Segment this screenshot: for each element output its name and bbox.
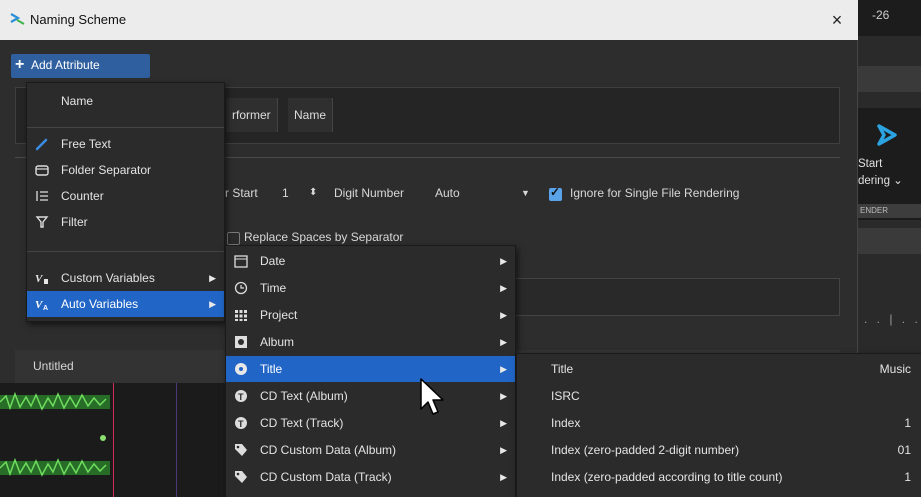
menu-separator bbox=[27, 251, 224, 252]
attribute-menu: Name Free Text Folder Separator Counter … bbox=[26, 82, 225, 322]
album-icon bbox=[235, 336, 247, 348]
custom-variables-icon: V bbox=[35, 273, 48, 285]
attribute-chip-performer[interactable]: rformer bbox=[226, 98, 278, 132]
submenu-arrow-icon: ▶ bbox=[209, 299, 216, 309]
preset-name[interactable]: Untitled bbox=[15, 353, 215, 381]
start-rendering-label[interactable]: Start dering ⌄ bbox=[858, 156, 903, 190]
submenu-arrow-icon: ▶ bbox=[500, 310, 507, 320]
plus-icon: + bbox=[15, 56, 25, 73]
cd-text-icon: T bbox=[235, 417, 247, 429]
menu-item-index-title-count[interactable]: Index (zero-padded according to title co… bbox=[517, 464, 921, 490]
app-icon bbox=[10, 13, 25, 25]
clock-icon bbox=[234, 281, 248, 295]
menu-item-date[interactable]: Date ▶ bbox=[226, 248, 515, 274]
menu-item-counter[interactable]: Counter bbox=[27, 183, 224, 209]
pen-icon bbox=[35, 138, 48, 151]
menu-item-folder-separator[interactable]: Folder Separator bbox=[27, 157, 224, 183]
tag-icon bbox=[235, 471, 247, 483]
submenu-arrow-icon: ▶ bbox=[500, 256, 507, 266]
menu-item-album[interactable]: Album ▶ bbox=[226, 329, 515, 355]
submenu-arrow-icon: ▶ bbox=[500, 391, 507, 401]
calendar-icon bbox=[234, 255, 248, 268]
menu-item-title-title[interactable]: Title Music bbox=[517, 356, 921, 382]
submenu-arrow-icon: ▶ bbox=[209, 273, 216, 283]
menu-item-filter[interactable]: Filter bbox=[27, 209, 224, 235]
menu-item-cd-custom-data-track[interactable]: CD Custom Data (Track) ▶ bbox=[226, 464, 515, 490]
svg-text:T: T bbox=[238, 392, 244, 402]
ignore-single-file-checkbox[interactable] bbox=[549, 185, 562, 201]
tag-icon bbox=[235, 444, 247, 456]
menu-separator bbox=[27, 127, 224, 128]
stepper-icon[interactable]: ⬍ bbox=[309, 187, 317, 198]
filter-icon bbox=[35, 216, 49, 228]
menu-item-time[interactable]: Time ▶ bbox=[226, 275, 515, 301]
menu-item-cd-text-track[interactable]: T CD Text (Track) ▶ bbox=[226, 410, 515, 436]
menu-header-name: Name bbox=[61, 94, 94, 108]
project-grid-icon bbox=[235, 310, 247, 321]
background-ruler: . . | . . bbox=[864, 312, 921, 326]
menu-item-title[interactable]: Title ▶ bbox=[226, 356, 515, 382]
submenu-arrow-icon: ▶ bbox=[500, 418, 507, 428]
render-icon bbox=[877, 124, 897, 146]
title-value: Music bbox=[879, 362, 911, 376]
mouse-pointer-icon bbox=[420, 378, 444, 415]
title-variables-menu: Title Music ISRC Index 1 Index (zero-pad… bbox=[516, 353, 921, 497]
menu-item-index[interactable]: Index 1 bbox=[517, 410, 921, 436]
index-2-digit-value: 01 bbox=[897, 443, 911, 457]
submenu-arrow-icon: ▶ bbox=[500, 364, 507, 374]
menu-item-project[interactable]: Project ▶ bbox=[226, 302, 515, 328]
folder-icon bbox=[35, 165, 49, 176]
region-marker bbox=[176, 383, 177, 497]
digit-number-select[interactable]: Auto bbox=[435, 186, 460, 200]
close-button[interactable]: × bbox=[824, 8, 850, 32]
title-cd-icon bbox=[235, 363, 247, 375]
svg-text:V: V bbox=[35, 273, 44, 285]
replace-spaces-checkbox[interactable] bbox=[227, 232, 240, 245]
svg-text:A: A bbox=[43, 305, 48, 311]
submenu-arrow-icon: ▶ bbox=[500, 445, 507, 455]
submenu-arrow-icon: ▶ bbox=[500, 283, 507, 293]
menu-item-cd-custom-data-album[interactable]: CD Custom Data (Album) ▶ bbox=[226, 437, 515, 463]
add-attribute-button[interactable]: + Add Attribute bbox=[11, 54, 150, 78]
auto-variables-menu: Date ▶ Time ▶ Project ▶ Album ▶ Title ▶ T CD … bbox=[225, 245, 516, 497]
attribute-chip-name[interactable]: Name bbox=[288, 98, 334, 132]
ignore-single-file-label: Ignore for Single File Rendering bbox=[570, 186, 740, 200]
menu-item-cd-text-album[interactable]: T CD Text (Album) ▶ bbox=[226, 383, 515, 409]
svg-text:T: T bbox=[238, 419, 244, 429]
background-level-readout: -26 bbox=[858, 0, 921, 36]
index-value: 1 bbox=[904, 416, 911, 430]
cursor-marker bbox=[113, 383, 114, 497]
background-sub-label: ENDER bbox=[858, 204, 921, 218]
counter-icon bbox=[36, 191, 48, 201]
start-label: r Start bbox=[225, 186, 258, 200]
title-bar: Naming Scheme × bbox=[0, 0, 858, 40]
menu-item-custom-variables[interactable]: V Custom Variables ▶ bbox=[27, 265, 224, 291]
background-band bbox=[858, 228, 921, 254]
cd-text-icon: T bbox=[235, 390, 247, 402]
menu-item-free-text[interactable]: Free Text bbox=[27, 131, 224, 157]
window-title: Naming Scheme bbox=[30, 12, 127, 27]
waveform-display bbox=[0, 391, 110, 477]
submenu-arrow-icon: ▶ bbox=[500, 472, 507, 482]
start-value-field[interactable]: 1 bbox=[282, 186, 289, 200]
digit-number-label: Digit Number bbox=[334, 186, 405, 200]
menu-item-index-2-digit[interactable]: Index (zero-padded 2-digit number) 01 bbox=[517, 437, 921, 463]
background-render-panel[interactable]: Start dering ⌄ ENDER bbox=[858, 108, 921, 220]
dropdown-arrow-icon[interactable]: ▼ bbox=[521, 188, 530, 198]
background-band bbox=[858, 66, 921, 92]
replace-spaces-label: Replace Spaces by Separator bbox=[244, 230, 404, 244]
auto-variables-icon: VA bbox=[35, 299, 48, 311]
index-title-count-value: 1 bbox=[904, 470, 911, 484]
menu-item-isrc[interactable]: ISRC bbox=[517, 383, 921, 409]
submenu-arrow-icon: ▶ bbox=[500, 337, 507, 347]
menu-item-auto-variables[interactable]: VA Auto Variables ▶ bbox=[27, 291, 224, 317]
